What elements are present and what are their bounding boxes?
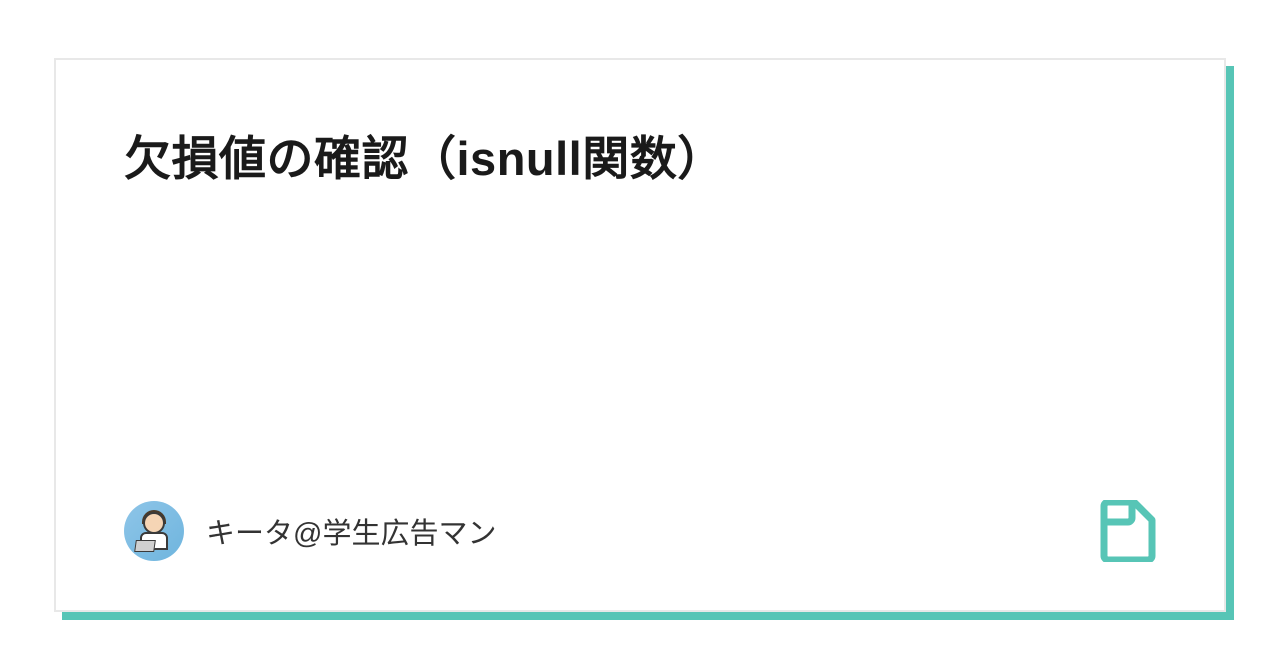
card-content: 欠損値の確認（isnull関数） キータ@学生広告マン	[54, 58, 1226, 612]
note-logo-icon	[1096, 500, 1156, 562]
article-card: 欠損値の確認（isnull関数） キータ@学生広告マン	[54, 58, 1226, 612]
author-name: キータ@学生広告マン	[206, 510, 496, 552]
author-block: キータ@学生広告マン	[124, 501, 496, 561]
card-footer: キータ@学生広告マン	[124, 500, 1156, 562]
article-title: 欠損値の確認（isnull関数）	[124, 126, 1156, 192]
author-avatar	[124, 501, 184, 561]
